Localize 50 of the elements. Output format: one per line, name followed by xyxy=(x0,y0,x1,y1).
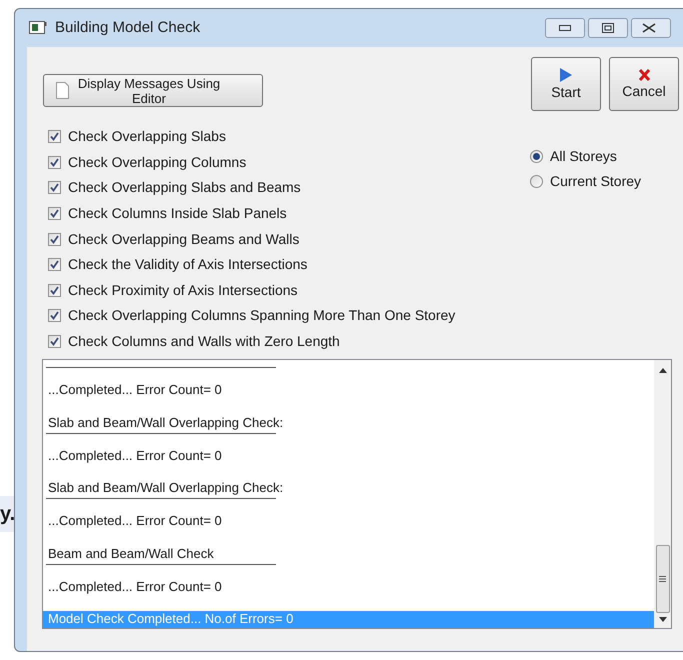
checkbox-label: Check Overlapping Columns Spanning More Than One Storey xyxy=(68,306,456,326)
message-line[interactable]: ...Completed... Error Count= 0 xyxy=(46,578,654,596)
scroll-up-icon xyxy=(658,368,666,373)
checkbox[interactable] xyxy=(48,181,61,194)
close-icon xyxy=(638,69,650,81)
start-button[interactable]: Start xyxy=(531,57,601,111)
message-line[interactable]: ...Completed... Error Count= 0 xyxy=(46,382,654,399)
radio-button[interactable] xyxy=(530,174,543,188)
checkbox[interactable] xyxy=(48,258,61,272)
message-line[interactable]: Slab and Beam/Wall Overlapping Check: xyxy=(46,480,654,497)
background-text: y. xyxy=(0,496,14,532)
checkbox-label: Check Overlapping Columns xyxy=(68,152,246,172)
radio-button[interactable] xyxy=(530,150,543,162)
checkbox-label: Check the Validity of Axis Intersections xyxy=(68,255,308,274)
message-line[interactable]: ...Completed... Error Count= 0 xyxy=(46,513,654,530)
checkbox[interactable] xyxy=(48,335,61,348)
close-icon xyxy=(642,23,656,33)
checkbox[interactable] xyxy=(48,284,61,297)
message-line[interactable]: ...Completed... Error Count= 0 xyxy=(46,448,654,464)
checkbox-label: Check Overlapping Beams and Walls xyxy=(68,230,300,249)
grip-icon xyxy=(659,576,666,582)
checkbox-label: Check Columns and Walls with Zero Length xyxy=(68,332,340,352)
message-list[interactable] xyxy=(42,359,672,629)
checkbox-label: Check Overlapping Slabs xyxy=(68,127,226,146)
checkbox-label: Check Proximity of Axis Intersections xyxy=(68,280,298,300)
close-button[interactable] xyxy=(631,18,671,38)
radio-label: Current Storey xyxy=(550,172,642,191)
checkbox[interactable] xyxy=(48,156,61,169)
checkbox[interactable] xyxy=(48,207,61,220)
window-icon xyxy=(29,21,47,35)
checkbox[interactable] xyxy=(48,232,61,246)
maximize-button[interactable] xyxy=(588,18,628,38)
maximize-icon xyxy=(602,23,614,33)
document-icon xyxy=(56,82,69,99)
message-line[interactable]: Beam and Beam/Wall Check xyxy=(46,546,654,562)
message-line[interactable]: Slab and Beam/Wall Overlapping Check: xyxy=(46,414,654,432)
cancel-button[interactable]: Cancel xyxy=(609,57,679,111)
checkbox[interactable] xyxy=(48,309,61,322)
scrollbar-thumb[interactable] xyxy=(656,545,670,613)
scrollbar[interactable] xyxy=(654,360,671,628)
play-icon xyxy=(560,68,572,82)
checkbox-label: Check Columns Inside Slab Panels xyxy=(68,204,287,224)
window-title: Building Model Check xyxy=(55,18,200,38)
minimize-icon xyxy=(559,25,571,31)
scroll-down-icon xyxy=(658,617,666,622)
display-messages-button[interactable]: Display Messages Using Editor xyxy=(43,74,263,107)
minimize-button[interactable] xyxy=(545,18,585,38)
radio-label: All Storeys xyxy=(550,146,617,166)
checkbox-label: Check Overlapping Slabs and Beams xyxy=(68,178,301,198)
checkbox[interactable] xyxy=(48,130,61,144)
